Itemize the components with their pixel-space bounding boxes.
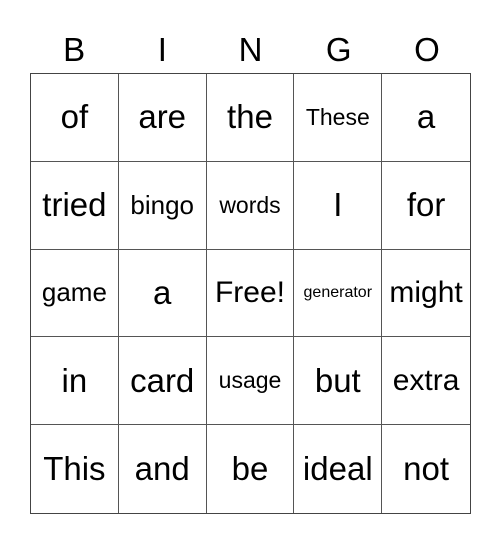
bingo-cell[interactable]: card [118,337,207,426]
bingo-cell-word: not [403,450,450,488]
bingo-cell[interactable]: and [119,425,207,513]
bingo-cell[interactable]: bingo [118,161,207,250]
bingo-card-grid: of are the These a tried bingo words Ifor game a Fr… [30,73,471,514]
bingo-cell[interactable]: extra [382,337,470,426]
bingo-cell[interactable]: game [31,249,119,338]
bingo-cell-word: might [389,275,463,309]
header-letter-i: I [157,31,167,68]
bingo-cell-word: words [219,191,281,218]
bingo-cell[interactable]: be [207,425,295,513]
bingo-cell-word: the [227,98,273,136]
bingo-cell[interactable]: are [118,74,207,162]
header-letter-g: G [325,31,352,68]
bingo-header: B I N G O [30,28,471,72]
bingo-cell-word: extra [392,363,460,397]
bingo-cell-word: a [153,273,172,311]
bingo-cell[interactable]: generator [294,249,383,338]
bingo-cell-word: tried [42,186,107,224]
bingo-cell-word: of [60,98,89,136]
bingo-cell[interactable]: not [382,425,470,513]
bingo-cell[interactable]: but [294,337,383,426]
bingo-cell-word: card [130,361,195,399]
bingo-cell-word: generator [303,283,373,301]
bingo-cell-word: and [134,450,190,488]
bingo-cell[interactable]: a [118,249,207,338]
bingo-cell[interactable]: words [206,161,295,250]
bingo-cell[interactable]: Free! [206,249,295,338]
bingo-cell-word: in [61,361,88,399]
bingo-cell-word: a [416,98,436,136]
bingo-cell[interactable]: a [382,74,470,162]
bingo-cell-word: ideal [302,450,373,488]
bingo-cell[interactable]: usage [206,337,295,426]
header-letter-n: N [238,31,263,68]
bingo-cell-word: are [138,98,187,136]
bingo-cell[interactable]: ideal [294,425,383,513]
header-letter-o: O [414,31,440,68]
bingo-cell-word: game [41,277,107,308]
bingo-cell[interactable]: of [31,74,119,162]
bingo-cell-word: but [314,361,361,399]
header-letter-b: B [63,31,86,68]
bingo-cell-word: usage [218,367,282,394]
bingo-cell-word: This [43,450,106,488]
bingo-cell[interactable]: I [294,161,383,250]
bingo-cell-word: I [333,186,343,224]
bingo-cell[interactable]: in [31,337,119,426]
bingo-cell-word: for [406,186,446,224]
bingo-cell[interactable]: the [206,74,295,162]
bingo-cell-word: bingo [130,189,194,220]
bingo-cell-word: Free! [214,275,285,309]
bingo-cell[interactable]: This [31,425,119,513]
bingo-cell[interactable]: These [294,74,383,162]
bingo-cell[interactable]: tried [31,161,119,250]
bingo-cell-word: These [305,103,370,130]
bingo-cell-word: be [231,450,269,488]
bingo-cell[interactable]: might [382,250,470,338]
bingo-cell[interactable]: for [382,162,470,250]
